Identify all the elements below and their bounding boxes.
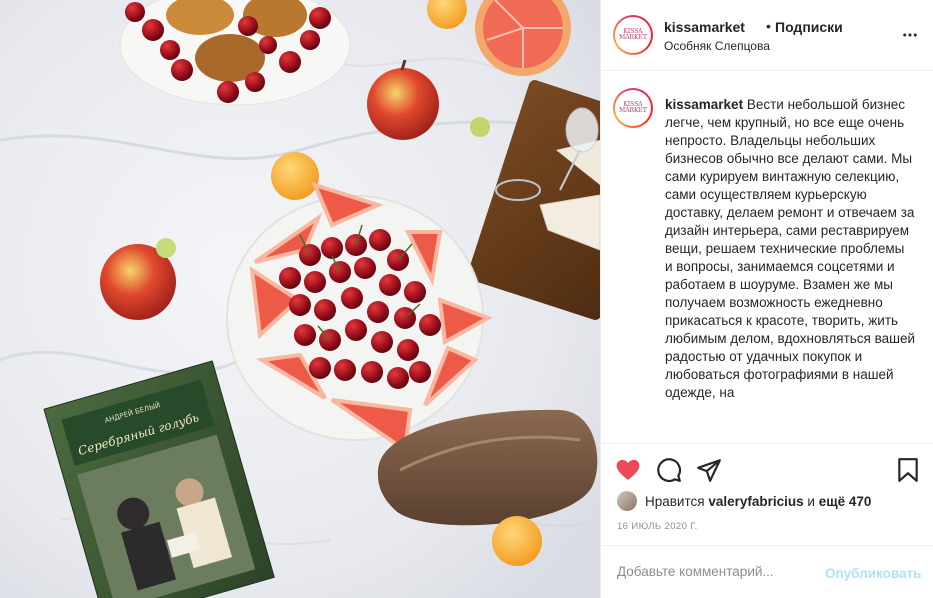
separator-dot: • xyxy=(766,18,771,34)
bookmark-icon[interactable] xyxy=(895,457,921,483)
likes-conjunction: и xyxy=(807,493,815,509)
author-username[interactable]: kissamarket xyxy=(664,19,745,35)
caption-author-avatar[interactable]: KISSA MARKET xyxy=(613,88,653,128)
caption-area: KISSA MARKET kissamarket Вести небольшой … xyxy=(601,71,933,443)
comment-icon[interactable] xyxy=(656,457,682,483)
heart-filled-icon[interactable] xyxy=(615,457,641,483)
liker-avatar[interactable] xyxy=(617,491,637,511)
location-link[interactable]: Особняк Слепцова xyxy=(664,39,770,53)
author-avatar[interactable]: KISSA MARKET xyxy=(613,15,653,55)
action-bar xyxy=(601,443,933,493)
likes-count[interactable]: ещё 470 xyxy=(819,494,872,509)
likes-line: Нравится valeryfabricius и ещё 470 xyxy=(617,491,871,511)
kissamarket-logo: KISSA MARKET xyxy=(615,17,651,53)
publish-button[interactable]: Опубликовать xyxy=(825,566,921,581)
likes-prefix: Нравится xyxy=(645,493,705,509)
post-date[interactable]: 16 ИЮЛЬ 2020 Г. xyxy=(617,521,698,532)
post-header: KISSA MARKET kissamarket • Подписки Особн… xyxy=(601,0,933,71)
following-button[interactable]: Подписки xyxy=(775,19,843,35)
post-side-panel: KISSA MARKET kissamarket • Подписки Особн… xyxy=(600,0,933,598)
comment-form: Опубликовать xyxy=(601,545,933,598)
comment-input[interactable] xyxy=(617,564,817,579)
kissamarket-logo: KISSA MARKET xyxy=(615,90,651,126)
caption-body: Вести небольшой бизнес легче, чем крупны… xyxy=(665,97,916,400)
liker-username[interactable]: valeryfabricius xyxy=(708,494,803,509)
post-image: АНДРЕЙ БЕЛЫЙ Серебряный голубь xyxy=(0,0,600,598)
caption-username[interactable]: kissamarket xyxy=(665,97,743,112)
caption-text-block: kissamarket Вести небольшой бизнес легче… xyxy=(665,96,915,402)
more-horizontal-icon[interactable] xyxy=(901,26,919,44)
share-icon[interactable] xyxy=(696,457,722,483)
post-photo[interactable]: АНДРЕЙ БЕЛЫЙ Серебряный голубь xyxy=(0,0,600,598)
